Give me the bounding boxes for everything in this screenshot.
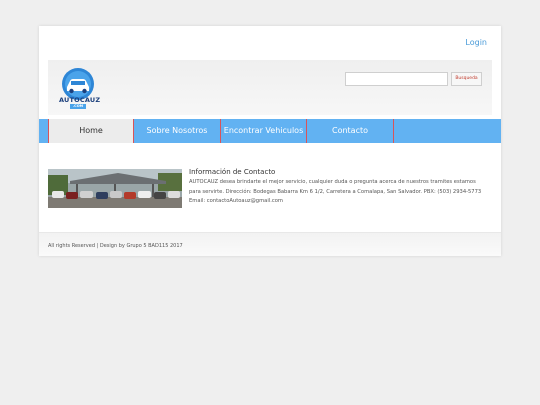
footer: All rights Reserved | Design by Grupo 5 … <box>39 232 501 256</box>
nav-item-encontrar-vehiculos[interactable]: Encontrar Vehiculos <box>221 119 307 143</box>
logo-subtext: .COM <box>70 104 86 109</box>
search-button[interactable]: Busqueda <box>451 72 482 86</box>
nav-item-home[interactable]: Home <box>48 119 134 143</box>
login-link[interactable]: Login <box>465 38 487 47</box>
page-container: Login AUTOCAUZ .COM Busqueda Home Sobre … <box>39 26 501 256</box>
logo-text: AUTOCAUZ <box>59 96 101 104</box>
nav-item-contacto[interactable]: Contacto <box>307 119 394 143</box>
nav-item-sobre-nosotros[interactable]: Sobre Nosotros <box>134 119 221 143</box>
contact-title: Información de Contacto <box>189 168 276 176</box>
contact-text: AUTOCAUZ desea brindarte el mejor servic… <box>189 179 482 204</box>
header: AUTOCAUZ .COM Busqueda <box>48 60 492 115</box>
footer-text: All rights Reserved | Design by Grupo 5 … <box>48 243 183 249</box>
parking-lot-photo <box>48 169 182 208</box>
main-nav: Home Sobre Nosotros Encontrar Vehiculos … <box>39 119 501 143</box>
search-input[interactable] <box>345 72 448 86</box>
